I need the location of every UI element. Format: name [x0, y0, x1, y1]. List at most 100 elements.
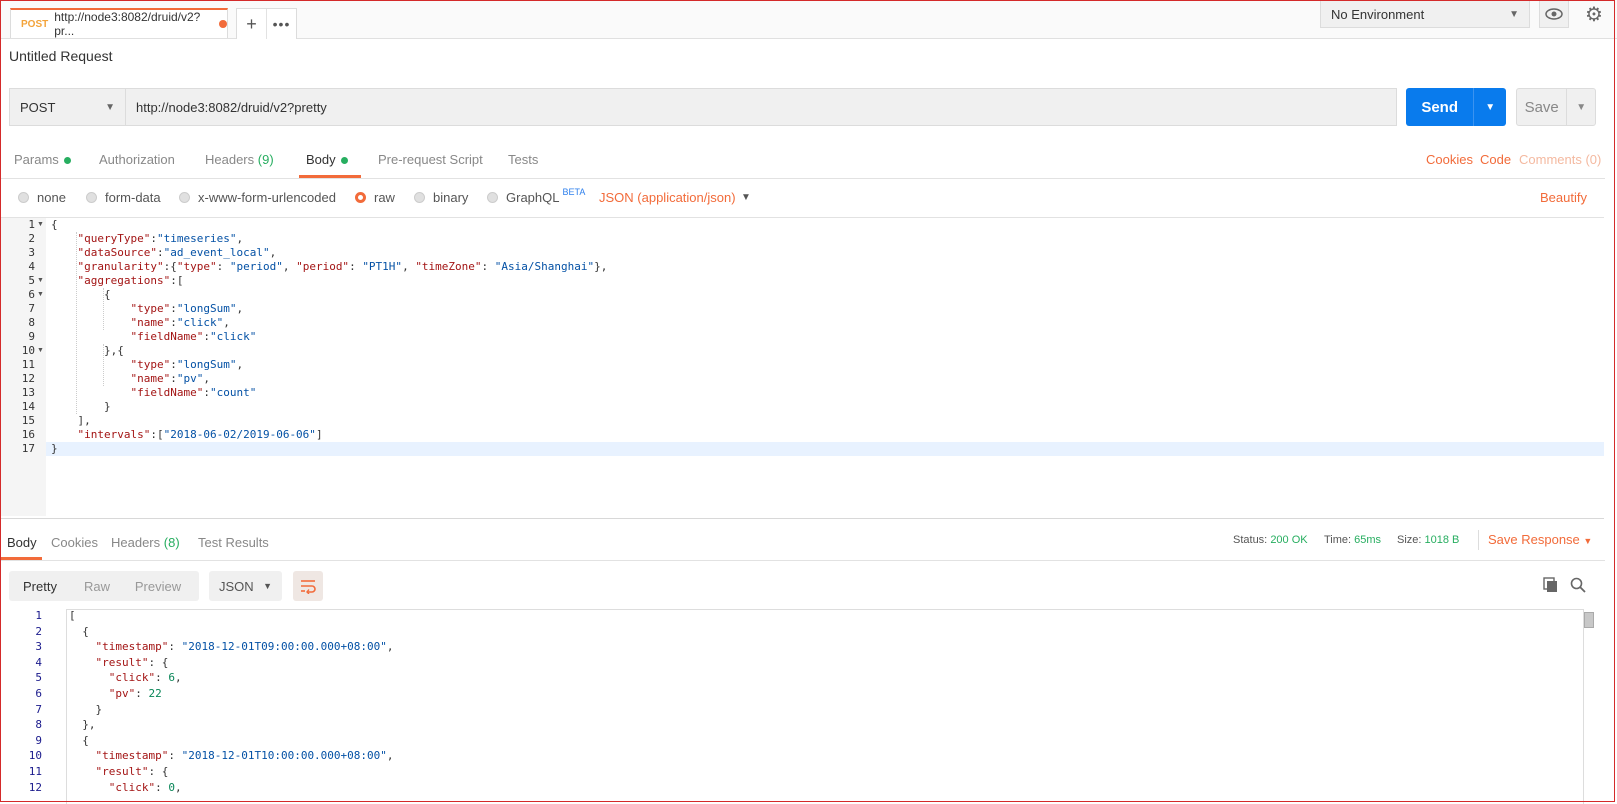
- fold-arrow-icon[interactable]: ▼: [37, 288, 44, 302]
- tab-tests[interactable]: Tests: [508, 152, 538, 167]
- time-label: Time:: [1324, 534, 1352, 546]
- size-label: Size:: [1397, 534, 1422, 546]
- fold-arrow-icon[interactable]: ▼: [37, 218, 44, 232]
- tab-params[interactable]: Params: [14, 152, 71, 167]
- line-number: 1: [35, 609, 42, 622]
- line-number: 3: [35, 640, 42, 654]
- code-line: }: [69, 702, 103, 716]
- save-button[interactable]: Save ▼: [1516, 88, 1596, 126]
- request-body-editor[interactable]: 1 ▼{2 "queryType":"timeseries", 3 "dataSou…: [0, 217, 1604, 519]
- fold-arrow-icon[interactable]: ▼: [37, 274, 44, 288]
- line-number: 10: [21, 344, 35, 357]
- code-line: "name":"click",: [130, 316, 230, 329]
- url-input[interactable]: http://node3:8082/druid/v2?pretty: [125, 88, 1397, 126]
- code-line: {: [69, 624, 89, 638]
- radio-raw[interactable]: raw: [355, 190, 395, 205]
- request-tab[interactable]: POST http://node3:8082/druid/v2?pr...: [10, 8, 228, 38]
- line-number: 9: [28, 330, 35, 343]
- tab-body[interactable]: Body: [306, 152, 348, 167]
- beautify-link[interactable]: Beautify: [1540, 190, 1587, 205]
- response-scrollbar[interactable]: [1584, 612, 1594, 628]
- environment-select[interactable]: No Environment ▼: [1320, 0, 1530, 28]
- line-number: 17: [21, 442, 35, 455]
- line-number: 6: [28, 288, 35, 301]
- code-line: {: [51, 288, 111, 301]
- wrap-lines-icon[interactable]: [293, 571, 323, 601]
- tab-pre-request-script[interactable]: Pre-request Script: [378, 152, 483, 167]
- tab-params-label: Params: [14, 152, 59, 167]
- content-type-select[interactable]: JSON (application/json): [599, 190, 736, 205]
- code-line: "intervals":["2018-06-02/2019-06-06"]: [77, 428, 323, 441]
- code-link[interactable]: Code: [1480, 152, 1511, 167]
- search-icon[interactable]: [1570, 577, 1586, 596]
- line-number: 3: [28, 246, 35, 259]
- save-response-label: Save Response: [1488, 532, 1580, 547]
- resp-tab-body[interactable]: Body: [7, 535, 37, 550]
- method-label: POST: [20, 99, 56, 115]
- chevron-down-icon[interactable]: ▼: [741, 192, 751, 203]
- radio-binary[interactable]: binary: [414, 190, 468, 205]
- code-line: "queryType":"timeseries",: [77, 232, 244, 245]
- line-number: 12: [28, 780, 42, 794]
- code-line: "result": {: [95, 765, 169, 778]
- headers-count: (9): [257, 152, 274, 167]
- radio-none-label: none: [37, 190, 66, 205]
- active-line-highlight: [46, 442, 1604, 456]
- unsaved-dot-icon: [219, 20, 227, 28]
- raw-button[interactable]: Raw: [71, 571, 123, 601]
- request-tab-url: http://node3:8082/druid/v2?pr...: [54, 10, 201, 38]
- cookies-link[interactable]: Cookies: [1426, 152, 1473, 167]
- code-line: "result": {: [95, 655, 169, 669]
- environment-label: No Environment: [1331, 6, 1425, 22]
- resp-tab-headers[interactable]: Headers (8): [111, 535, 180, 550]
- code-line: }: [51, 400, 111, 413]
- response-format-group: Pretty Raw Preview: [9, 571, 199, 601]
- save-response-button[interactable]: Save Response ▼: [1488, 532, 1592, 547]
- resp-tab-cookies[interactable]: Cookies: [51, 535, 98, 550]
- new-tab-plus-icon[interactable]: +: [237, 9, 266, 39]
- environment-quick-look-eye-icon[interactable]: [1539, 0, 1569, 28]
- radio-circle: [179, 192, 190, 203]
- response-language-select[interactable]: JSON ▼: [209, 571, 282, 601]
- resp-tab-test-results[interactable]: Test Results: [198, 535, 269, 550]
- tab-authorization[interactable]: Authorization: [99, 152, 175, 167]
- comments-link[interactable]: Comments (0): [1519, 152, 1601, 167]
- size-value: 1018 B: [1424, 534, 1460, 546]
- method-select[interactable]: POST ▼: [9, 88, 126, 126]
- radio-graphql[interactable]: GraphQL BETA: [487, 186, 586, 205]
- active-tab-underline: [299, 175, 361, 178]
- code-line: "click": 6,: [108, 671, 182, 685]
- line-number: 8: [35, 718, 42, 732]
- code-line: "pv": 22: [108, 687, 162, 700]
- code-line: {: [69, 733, 89, 747]
- tab-headers[interactable]: Headers (9): [205, 152, 274, 167]
- code-line: "granularity":{"type": "period", "period…: [77, 260, 608, 273]
- line-number: 15: [21, 414, 35, 427]
- radio-urlencoded[interactable]: x-www-form-urlencoded: [179, 190, 336, 205]
- radio-circle: [414, 192, 425, 203]
- line-number: 5: [35, 671, 42, 685]
- beta-badge: BETA: [562, 186, 586, 197]
- more-tabs-ellipsis-icon[interactable]: •••: [266, 9, 296, 39]
- send-label: Send: [1421, 98, 1458, 116]
- radio-form-data[interactable]: form-data: [86, 190, 161, 205]
- send-options-chevron-icon[interactable]: ▼: [1473, 88, 1506, 126]
- code-line: "type":"longSum",: [130, 358, 244, 371]
- radio-circle: [86, 192, 97, 203]
- chevron-down-icon: ▼: [105, 101, 115, 113]
- response-body-viewer[interactable]: 1 [2 {3 "timestamp": "2018-12-01T09:00:00…: [0, 609, 1605, 804]
- copy-icon[interactable]: [1543, 577, 1559, 596]
- radio-graphql-label: GraphQL: [506, 190, 560, 205]
- pretty-button[interactable]: Pretty: [9, 571, 71, 601]
- fold-arrow-icon[interactable]: ▼: [37, 344, 44, 358]
- send-button[interactable]: Send ▼: [1406, 88, 1506, 126]
- request-tab-method: POST: [21, 18, 49, 30]
- line-number: 16: [21, 428, 35, 441]
- tab-body-label: Body: [306, 152, 336, 167]
- resp-tab-headers-label: Headers: [111, 535, 161, 550]
- preview-button[interactable]: Preview: [123, 571, 193, 601]
- settings-gear-icon[interactable]: ⚙: [1577, 0, 1611, 28]
- save-options-chevron-icon[interactable]: ▼: [1566, 89, 1595, 125]
- radio-none[interactable]: none: [18, 190, 66, 205]
- active-resp-tab-underline: [0, 557, 42, 560]
